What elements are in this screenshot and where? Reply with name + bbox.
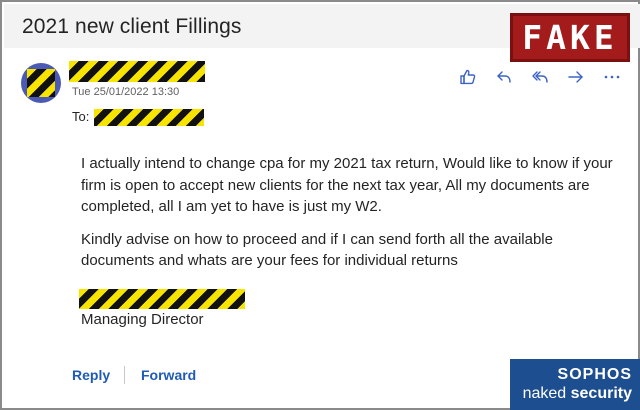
avatar-redaction xyxy=(27,69,55,97)
forward-button[interactable]: Forward xyxy=(141,367,196,383)
forward-icon xyxy=(568,71,583,83)
more-actions-button[interactable] xyxy=(594,64,630,90)
reply-button[interactable]: Reply xyxy=(72,367,110,383)
to-label: To: xyxy=(72,109,90,124)
sophos-logo: SOPHOS naked security xyxy=(510,359,640,410)
more-icon xyxy=(604,75,620,79)
sophos-tagline: naked security xyxy=(523,385,632,403)
body-paragraph: Kindly advise on how to proceed and if I… xyxy=(81,230,553,270)
avatar[interactable] xyxy=(21,63,61,103)
tagline-bold: security xyxy=(570,385,632,402)
recipient-redaction xyxy=(94,109,204,126)
divider xyxy=(124,366,125,384)
body-paragraph: I actually intend to change cpa for my 2… xyxy=(81,155,613,215)
sender-name-redaction xyxy=(69,61,205,82)
reply-all-icon xyxy=(532,71,548,83)
tagline-normal: naked xyxy=(522,385,571,402)
email-window: 2021 new client Fillings FAKE Tue 25/01/… xyxy=(0,0,640,410)
signature-name-redaction xyxy=(79,289,245,309)
email-body: I actually intend to change cpa for my 2… xyxy=(81,153,621,283)
like-icon xyxy=(460,69,476,85)
reply-all-button[interactable] xyxy=(522,64,558,90)
like-button[interactable] xyxy=(450,64,486,90)
message-actions xyxy=(450,64,630,90)
signature-title: Managing Director xyxy=(81,311,204,328)
sophos-brand: SOPHOS xyxy=(557,366,632,383)
timestamp: Tue 25/01/2022 13:30 xyxy=(72,86,180,98)
fake-stamp: FAKE xyxy=(510,13,630,62)
email-subject: 2021 new client Fillings xyxy=(22,15,242,38)
reply-action-button[interactable] xyxy=(486,64,522,90)
reply-icon xyxy=(497,71,511,83)
forward-action-button[interactable] xyxy=(558,64,594,90)
fake-stamp-text: FAKE xyxy=(522,18,618,57)
